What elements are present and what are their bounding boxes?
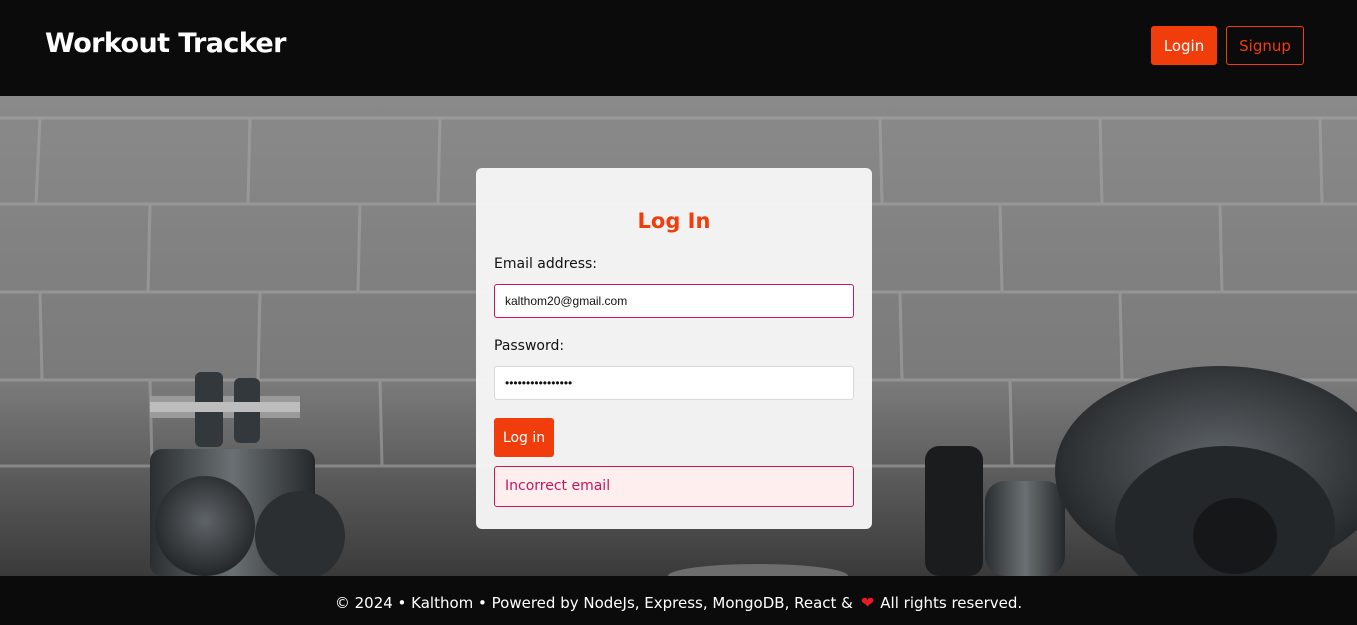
nav-actions: Login Signup [1151, 26, 1304, 65]
top-navbar: Workout Tracker Login Signup [0, 0, 1357, 96]
login-card: Log In Email address: Password: Log in I… [476, 168, 872, 529]
error-message: Incorrect email [494, 466, 854, 507]
app-brand[interactable]: Workout Tracker [45, 28, 286, 59]
footer-credits: © 2024 • Kalthom • Powered by NodeJs, Ex… [334, 593, 853, 612]
nav-signup-button[interactable]: Signup [1226, 26, 1304, 65]
heart-icon: ❤ [860, 593, 875, 612]
nav-login-button[interactable]: Login [1151, 26, 1217, 65]
password-label: Password: [494, 338, 565, 354]
email-field[interactable] [494, 284, 854, 318]
email-label: Email address: [494, 256, 598, 272]
login-submit-button[interactable]: Log in [494, 418, 554, 457]
page-footer: © 2024 • Kalthom • Powered by NodeJs, Ex… [0, 576, 1357, 625]
password-field[interactable] [494, 366, 854, 400]
footer-rights: All rights reserved. [880, 593, 1023, 612]
login-title: Log In [637, 209, 711, 233]
